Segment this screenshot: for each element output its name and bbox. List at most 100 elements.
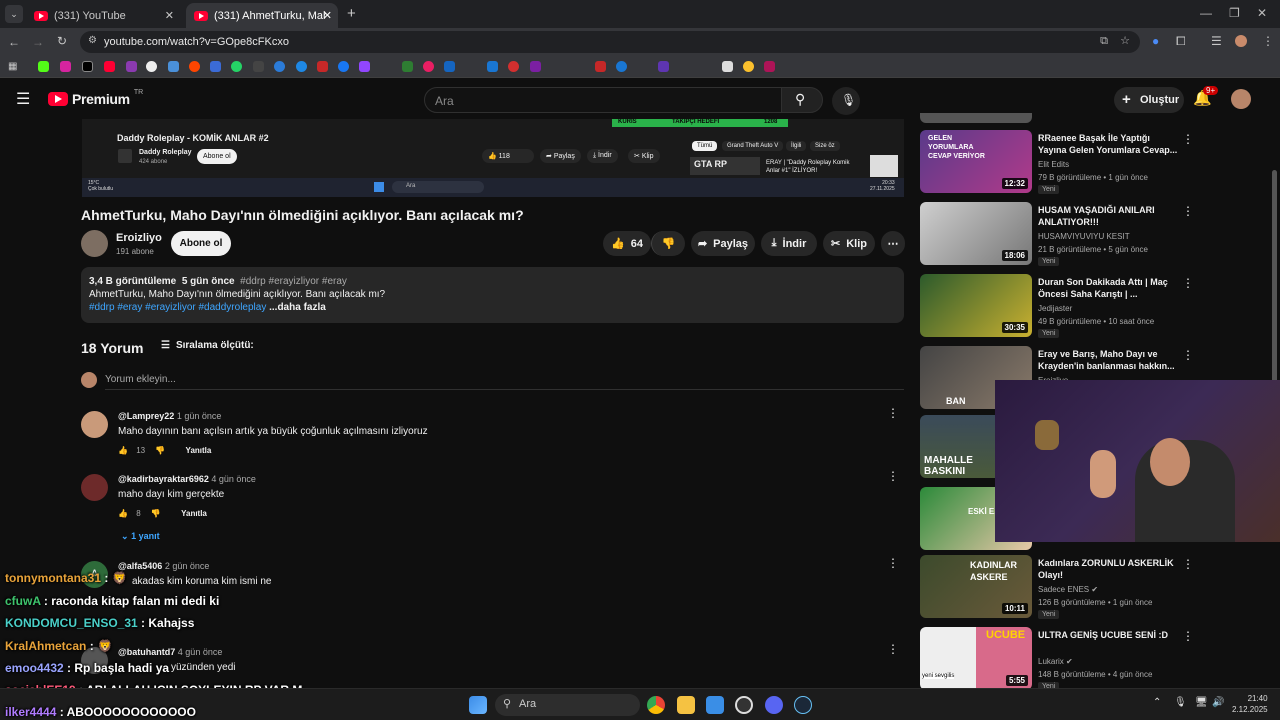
comment-avatar[interactable]: [81, 411, 108, 438]
bookmark-icon[interactable]: [168, 61, 179, 72]
reading-list-icon[interactable]: ☰: [1211, 34, 1222, 48]
extension-icon[interactable]: ●: [1152, 34, 1159, 48]
comment-dislike-icon[interactable]: 👎: [151, 509, 161, 518]
youtube-logo[interactable]: Premium TR: [48, 89, 143, 107]
extensions-puzzle-icon[interactable]: ⧠: [1176, 34, 1186, 49]
create-button[interactable]: + Oluştur: [1114, 87, 1184, 113]
video-thumbnail[interactable]: GELEN YORUMLARA CEVAP VERİYOR 12:32: [920, 130, 1032, 193]
bookmark-icon[interactable]: [743, 61, 754, 72]
tray-overflow-icon[interactable]: ⌃: [1153, 697, 1161, 708]
bookmark-icon[interactable]: [423, 61, 434, 72]
comment-like-icon[interactable]: 👍: [118, 446, 128, 455]
bookmark-instagram-icon[interactable]: [60, 61, 71, 72]
profile-avatar-icon[interactable]: [1235, 35, 1247, 47]
channel-name[interactable]: Eroizliyo: [116, 232, 162, 244]
guide-menu-icon[interactable]: ☰: [16, 89, 30, 109]
video-menu-icon[interactable]: ⋮: [1182, 348, 1194, 362]
taskbar-search[interactable]: ⚲ Ara: [495, 694, 640, 716]
search-input[interactable]: Ara: [424, 87, 782, 113]
network-icon[interactable]: 🖥: [1195, 697, 1208, 708]
discord-icon[interactable]: [765, 696, 783, 714]
recommended-video[interactable]: 18:06 HUSAM YAŞADIĞI ANILARI ANLATIYOR!!…: [920, 202, 1200, 266]
view-replies-button[interactable]: ⌄ 1 yanıt: [121, 531, 160, 542]
bookmark-icon[interactable]: [487, 61, 498, 72]
video-menu-icon[interactable]: ⋮: [1182, 629, 1194, 643]
clip-button[interactable]: ✂ Klip: [823, 231, 875, 256]
microphone-tray-icon[interactable]: 🎙: [1174, 697, 1187, 708]
video-menu-icon[interactable]: ⋮: [1182, 204, 1194, 218]
recommended-video[interactable]: 30:35 Duran Son Dakikada Attı | Maç Önce…: [920, 274, 1200, 338]
bookmark-google-icon[interactable]: [146, 61, 157, 72]
bookmark-icon[interactable]: [530, 61, 541, 72]
subscribe-button[interactable]: Abone ol: [171, 231, 231, 256]
bookmark-reddit-icon[interactable]: [189, 61, 200, 72]
minimize-icon[interactable]: —: [1200, 6, 1212, 20]
bookmark-icon[interactable]: [402, 61, 413, 72]
restore-icon[interactable]: ❐: [1229, 6, 1240, 20]
comment-author[interactable]: @kadirbayraktar6962 4 gün önce: [118, 474, 256, 484]
video-menu-icon[interactable]: ⋮: [1182, 557, 1194, 571]
comment-author[interactable]: @batuhantd7 4 gün önce: [118, 647, 222, 657]
comment-avatar[interactable]: [81, 474, 108, 501]
recommended-video[interactable]: UCUBE yeni sevgilis 5:55 ULTRA GENİŞ UCU…: [920, 627, 1200, 691]
description-hashtags[interactable]: #ddrp #eray #erayizliyor #daddyroleplay: [89, 302, 266, 313]
chrome-icon[interactable]: [647, 696, 665, 714]
close-window-icon[interactable]: ✕: [1257, 6, 1267, 20]
bookmark-star-icon[interactable]: ☆: [1120, 34, 1130, 47]
recommended-video[interactable]: GELEN YORUMLARA CEVAP VERİYOR 12:32 RRae…: [920, 130, 1200, 194]
file-explorer-icon[interactable]: [677, 696, 695, 714]
bookmark-icon[interactable]: [616, 61, 627, 72]
volume-icon[interactable]: 🔊: [1212, 697, 1224, 708]
bookmark-facebook-icon[interactable]: [338, 61, 349, 72]
video-menu-icon[interactable]: ⋮: [1182, 132, 1194, 146]
comment-like-icon[interactable]: 👍: [118, 509, 128, 518]
recommended-video[interactable]: KADINLAR ASKERE 10:11 Kadınlara ZORUNLU …: [920, 555, 1200, 619]
back-icon[interactable]: ←: [8, 35, 20, 49]
browser-menu-icon[interactable]: ⋮: [1262, 34, 1274, 48]
bookmark-icon[interactable]: [274, 61, 285, 72]
forward-icon[interactable]: →: [32, 35, 44, 49]
photos-icon[interactable]: [706, 696, 724, 714]
bookmark-icon[interactable]: [595, 61, 606, 72]
page-scrollbar[interactable]: [1272, 170, 1277, 400]
tab-search-dropdown-button[interactable]: ⌄: [5, 5, 23, 23]
comment-dislike-icon[interactable]: 👎: [155, 446, 165, 455]
bookmark-twitch-icon[interactable]: [359, 61, 370, 72]
bookmark-icon[interactable]: [210, 61, 221, 72]
start-menu-icon[interactable]: [469, 696, 487, 714]
like-button[interactable]: 👍 64: [603, 231, 651, 256]
install-app-icon[interactable]: ⧉: [1100, 35, 1108, 48]
apps-grid-icon[interactable]: ▦: [8, 61, 19, 72]
download-button[interactable]: ⤓ İndir: [761, 231, 817, 256]
video-menu-icon[interactable]: ⋮: [1182, 276, 1194, 290]
comment-menu-icon[interactable]: ⋮: [887, 470, 899, 482]
show-more-link[interactable]: ...daha fazla: [269, 302, 326, 313]
video-thumbnail[interactable]: UCUBE yeni sevgilis 5:55: [920, 627, 1032, 690]
bookmark-kick-icon[interactable]: [38, 61, 49, 72]
address-bar[interactable]: ⚙ youtube.com/watch?v=GOpe8cFKcxo ⧉ ☆: [80, 31, 1140, 53]
bookmark-icon[interactable]: [722, 61, 733, 72]
bookmark-icon[interactable]: [317, 61, 328, 72]
steam-icon[interactable]: [794, 696, 812, 714]
notifications-button[interactable]: 🔔 9+: [1193, 86, 1219, 108]
reply-button[interactable]: Yanıtla: [186, 446, 212, 455]
bookmark-icon[interactable]: [508, 61, 519, 72]
voice-search-button[interactable]: 🎙: [832, 87, 860, 115]
comment-menu-icon[interactable]: ⋮: [887, 407, 899, 419]
video-thumbnail[interactable]: 30:35: [920, 274, 1032, 337]
reply-button[interactable]: Yanıtla: [181, 509, 207, 518]
bookmark-x-icon[interactable]: [82, 61, 93, 72]
video-player[interactable]: KÜRİS TAKİPÇİ HEDEFİ 1208 Daddy Roleplay…: [82, 119, 904, 197]
add-comment-input[interactable]: Yorum ekleyin...: [105, 374, 904, 390]
bookmark-icon[interactable]: [658, 61, 669, 72]
account-avatar[interactable]: [1231, 89, 1251, 109]
comment-menu-icon[interactable]: ⋮: [887, 643, 899, 655]
bookmark-icon[interactable]: [764, 61, 775, 72]
bookmark-whatsapp-icon[interactable]: [231, 61, 242, 72]
site-info-icon[interactable]: ⚙: [88, 35, 97, 46]
bookmark-icon[interactable]: [296, 61, 307, 72]
sort-comments-button[interactable]: ☰ Sıralama ölçütü:: [161, 340, 254, 351]
tab-youtube-home[interactable]: (331) YouTube ✕: [26, 3, 182, 28]
description-box[interactable]: 3,4 B görüntüleme 5 gün önce #ddrp #eray…: [81, 267, 904, 323]
reload-icon[interactable]: ↻: [57, 34, 67, 48]
